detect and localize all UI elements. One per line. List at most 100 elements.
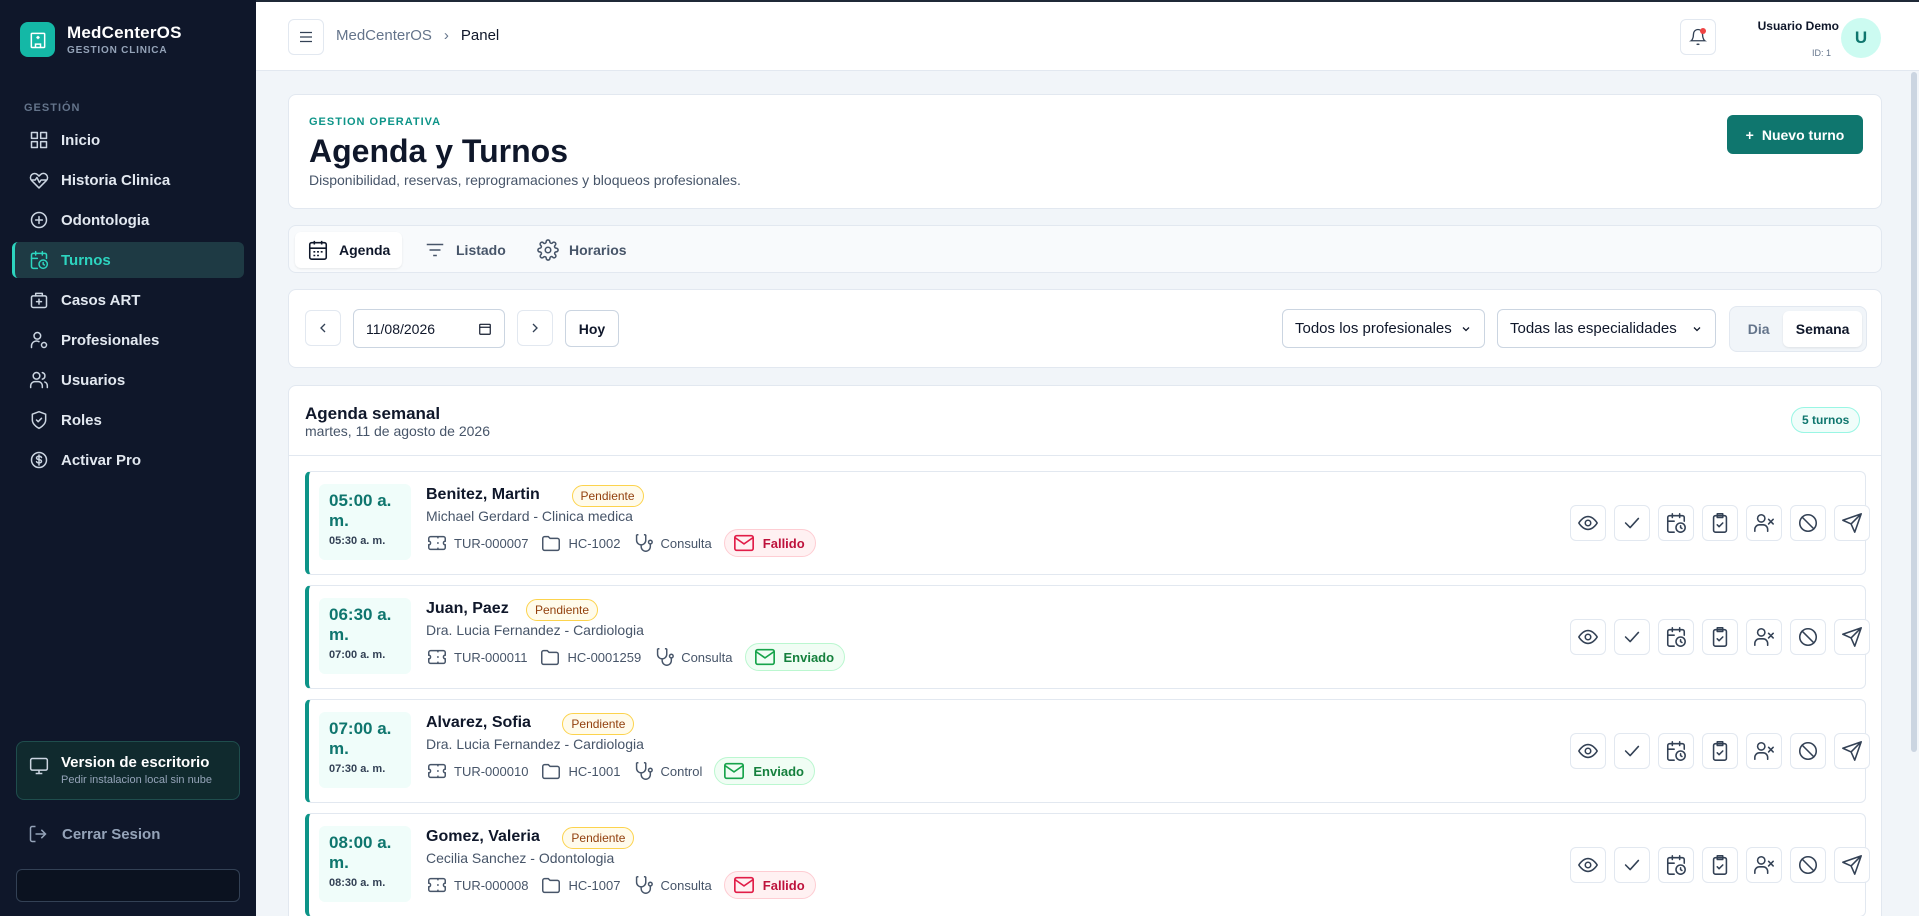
mail-icon — [724, 762, 745, 780]
brand[interactable]: MedCenterOS GESTION CLINICA — [20, 22, 182, 57]
attended-button[interactable] — [1702, 733, 1738, 769]
appointment-start-time: 08:00 a. m. — [329, 833, 392, 872]
appointment-time: 06:30 a. m. 07:00 a. m. — [319, 598, 411, 674]
send-button[interactable] — [1834, 505, 1870, 541]
clinical-record-id: HC-1002 — [568, 535, 621, 551]
clipboard-check-icon — [1712, 513, 1728, 533]
appointment-actions — [1570, 847, 1870, 883]
breadcrumb-root[interactable]: MedCenterOS — [336, 27, 432, 44]
sidebar-item-historia-clinica[interactable]: Historia Clinica — [12, 162, 244, 198]
attended-button[interactable] — [1702, 847, 1738, 883]
new-appointment-button[interactable]: + Nuevo turno — [1727, 115, 1863, 154]
previous-date-button[interactable] — [305, 310, 341, 346]
calendar-clock-icon — [30, 250, 49, 270]
cancel-button[interactable] — [1790, 733, 1826, 769]
attended-button[interactable] — [1702, 505, 1738, 541]
send-button[interactable] — [1834, 619, 1870, 655]
appointment-end-time: 05:30 a. m. — [329, 535, 386, 547]
appointments-count-badge: 5 turnos — [1791, 407, 1861, 433]
agenda-header: Agenda semanal martes, 11 de agosto de 2… — [289, 386, 1881, 456]
stethoscope-icon — [636, 876, 654, 894]
patient-name[interactable]: Juan, Paez — [426, 600, 509, 618]
patient-name[interactable]: Gomez, Valeria — [426, 828, 540, 846]
specialty-select[interactable]: Todas las especialidades — [1497, 309, 1716, 348]
chevron-down-icon — [1462, 326, 1470, 331]
date-input[interactable]: 11/08/2026 — [353, 309, 505, 348]
reschedule-button[interactable] — [1658, 733, 1694, 769]
appointment-card[interactable]: 07:00 a. m. 07:30 a. m. Alvarez, Sofia Pend… — [305, 699, 1870, 803]
no-show-button[interactable] — [1746, 733, 1782, 769]
confirm-button[interactable] — [1614, 733, 1650, 769]
today-button[interactable]: Hoy — [565, 310, 619, 347]
professional-select[interactable]: Todos los profesionales — [1282, 309, 1485, 348]
sidebar-item-odontologia[interactable]: Odontologia — [12, 202, 244, 238]
appointment-card[interactable]: 08:00 a. m. 08:30 a. m. Gomez, Valeria Pend… — [305, 813, 1870, 916]
folder-icon — [542, 535, 561, 552]
tab-agenda[interactable]: Agenda — [295, 232, 403, 268]
appointment-professional: Dra. Lucia Fernandez - Cardiologia — [426, 622, 644, 638]
dollar-circle-icon — [30, 451, 48, 469]
view-button[interactable] — [1570, 619, 1606, 655]
weekly-agenda: Agenda semanal martes, 11 de agosto de 2… — [288, 385, 1882, 916]
chevron-right-icon: › — [443, 27, 449, 44]
patient-name[interactable]: Benitez, Martin — [426, 486, 540, 504]
confirm-button[interactable] — [1614, 847, 1650, 883]
sidebar-item-usuarios[interactable]: Usuarios — [12, 362, 244, 398]
appointment-card[interactable]: 06:30 a. m. 07:00 a. m. Juan, Paez Pendient… — [305, 585, 1870, 689]
sidebar-item-label: Casos ART — [61, 291, 141, 309]
appointment-card[interactable]: 05:00 a. m. 05:30 a. m. Benitez, Martin Pen… — [305, 471, 1870, 575]
user-id: ID: 1 — [1811, 48, 1831, 58]
logout-icon — [29, 825, 47, 843]
view-button[interactable] — [1570, 847, 1606, 883]
avatar[interactable]: U — [1841, 18, 1881, 58]
no-show-button[interactable] — [1746, 619, 1782, 655]
send-button[interactable] — [1834, 847, 1870, 883]
calendar-small-icon — [479, 323, 491, 335]
confirm-button[interactable] — [1614, 619, 1650, 655]
cancel-button[interactable] — [1790, 505, 1826, 541]
plus-circle-icon — [30, 211, 48, 229]
sidebar-item-activar-pro[interactable]: Activar Pro — [12, 442, 244, 478]
desktop-version-card[interactable]: Version de escritorio Pedir instalacion … — [16, 741, 240, 800]
reschedule-button[interactable] — [1658, 505, 1694, 541]
reschedule-button[interactable] — [1658, 619, 1694, 655]
ticket-icon — [428, 649, 446, 665]
reschedule-button[interactable] — [1658, 847, 1694, 883]
notifications-button[interactable] — [1680, 19, 1716, 55]
calendar-clock-icon — [1666, 855, 1686, 875]
confirm-button[interactable] — [1614, 505, 1650, 541]
sidebar-item-profesionales[interactable]: Profesionales — [12, 322, 244, 358]
send-button[interactable] — [1834, 733, 1870, 769]
logout-button[interactable]: Cerrar Sesion — [28, 824, 160, 844]
tab-listado[interactable]: Listado — [412, 232, 518, 268]
cancel-button[interactable] — [1790, 847, 1826, 883]
page-scrollbar[interactable] — [1911, 72, 1917, 752]
patient-name[interactable]: Alvarez, Sofia — [426, 714, 531, 732]
tab-label: Listado — [456, 242, 506, 258]
user-cog-icon — [30, 331, 48, 349]
menu-toggle-button[interactable] — [288, 19, 324, 55]
sidebar-item-casos-art[interactable]: Casos ART — [12, 282, 244, 318]
page-header: GESTION OPERATIVA Agenda y Turnos Dispon… — [288, 94, 1882, 209]
view-button[interactable] — [1570, 733, 1606, 769]
eye-icon — [1578, 857, 1598, 873]
appointment-type: Consulta — [660, 877, 712, 893]
mail-icon — [733, 534, 754, 552]
sidebar-item-inicio[interactable]: Inicio — [12, 122, 244, 158]
view-day-button[interactable]: Dia — [1734, 311, 1783, 347]
send-icon — [1842, 513, 1862, 533]
appointment-meta: TUR-000011 HC-0001259 Consulta Enviado — [426, 643, 846, 671]
next-date-button[interactable] — [517, 310, 553, 346]
chevron-down-icon — [1693, 326, 1701, 331]
sidebar-item-turnos[interactable]: Turnos — [12, 242, 244, 278]
calendar-icon — [308, 240, 328, 260]
view-button[interactable] — [1570, 505, 1606, 541]
sidebar-item-roles[interactable]: Roles — [12, 402, 244, 438]
no-show-button[interactable] — [1746, 505, 1782, 541]
tab-horarios[interactable]: Horarios — [525, 232, 639, 268]
attended-button[interactable] — [1702, 619, 1738, 655]
appointment-start-time: 05:00 a. m. — [329, 491, 392, 530]
view-week-button[interactable]: Semana — [1783, 311, 1862, 347]
cancel-button[interactable] — [1790, 619, 1826, 655]
no-show-button[interactable] — [1746, 847, 1782, 883]
